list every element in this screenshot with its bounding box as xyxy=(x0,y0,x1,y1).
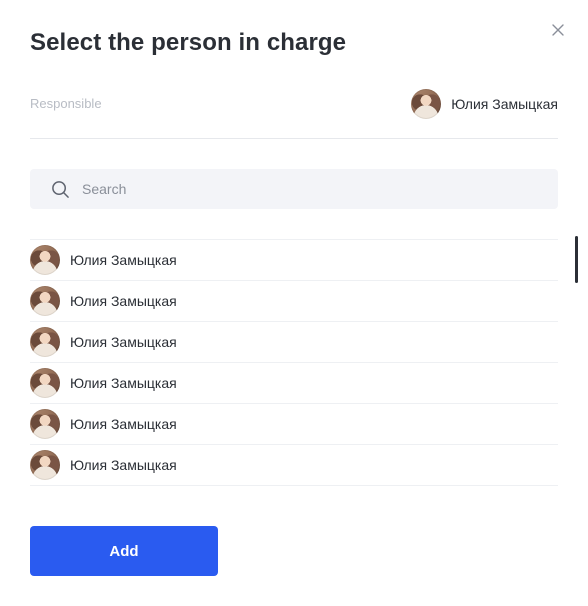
list-item[interactable]: Юлия Замыцкая xyxy=(30,445,558,486)
avatar xyxy=(30,327,60,357)
avatar xyxy=(30,450,60,480)
close-button[interactable] xyxy=(550,22,566,38)
person-name: Юлия Замыцкая xyxy=(70,334,177,350)
people-list: Юлия Замыцкая Юлия Замыцкая Юлия Замыцка… xyxy=(30,239,558,486)
responsible-label: Responsible xyxy=(30,96,102,111)
person-name: Юлия Замыцкая xyxy=(70,252,177,268)
person-name: Юлия Замыцкая xyxy=(70,375,177,391)
person-name: Юлия Замыцкая xyxy=(70,416,177,432)
dialog-title: Select the person in charge xyxy=(30,29,347,56)
avatar xyxy=(30,245,60,275)
search-icon xyxy=(52,180,69,198)
list-item[interactable]: Юлия Замыцкая xyxy=(30,240,558,281)
avatar xyxy=(30,368,60,398)
select-person-dialog: Select the person in charge Responsible … xyxy=(0,0,588,606)
person-name: Юлия Замыцкая xyxy=(70,293,177,309)
person-name: Юлия Замыцкая xyxy=(70,457,177,473)
responsible-user-name: Юлия Замыцкая xyxy=(451,96,558,112)
list-item[interactable]: Юлия Замыцкая xyxy=(30,322,558,363)
avatar xyxy=(411,89,442,119)
add-button[interactable]: Add xyxy=(30,526,218,576)
search-input[interactable] xyxy=(80,180,524,198)
list-item[interactable]: Юлия Замыцкая xyxy=(30,404,558,445)
avatar xyxy=(30,409,60,439)
scrollbar-thumb[interactable] xyxy=(575,236,578,283)
avatar xyxy=(30,286,60,316)
responsible-row: Responsible Юлия Замыцкая xyxy=(30,85,558,139)
list-item[interactable]: Юлия Замыцкая xyxy=(30,363,558,404)
list-item[interactable]: Юлия Замыцкая xyxy=(30,281,558,322)
responsible-user[interactable]: Юлия Замыцкая xyxy=(411,89,558,119)
close-icon xyxy=(552,24,564,36)
search-box[interactable] xyxy=(30,169,558,209)
